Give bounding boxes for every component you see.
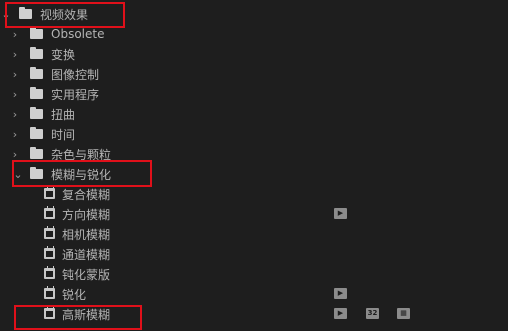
tree-item-label: 时间	[51, 127, 76, 142]
accelerated-badge-icon: ▶	[334, 208, 347, 219]
folder-icon	[30, 87, 43, 99]
effect-icon	[44, 226, 55, 239]
tree-item-directional-blur[interactable]: 方向模糊 ▶	[0, 204, 508, 224]
yuv-badge-icon: ▦	[397, 308, 410, 319]
tree-item-transform[interactable]: › 变换	[0, 44, 508, 64]
highlight-box-gaussian-blur	[14, 305, 142, 330]
folder-icon	[30, 147, 43, 159]
folder-icon	[30, 127, 43, 139]
tree-item-unsharp-mask[interactable]: 钝化蒙版	[0, 264, 508, 284]
tree-item-label: Obsolete	[51, 27, 105, 41]
effect-icon	[44, 186, 55, 199]
chevron-right-icon[interactable]: ›	[9, 124, 21, 144]
highlight-box-video-effects	[5, 2, 125, 28]
accelerated-badge-icon: ▶	[334, 288, 347, 299]
tree-item-label: 变换	[51, 47, 76, 62]
folder-icon	[30, 47, 43, 59]
tree-item-time[interactable]: › 时间	[0, 124, 508, 144]
32bit-badge-icon: 32	[366, 308, 379, 319]
tree-item-channel-blur[interactable]: 通道模糊	[0, 244, 508, 264]
tree-item-distort[interactable]: › 扭曲	[0, 104, 508, 124]
tree-item-label: 方向模糊	[62, 207, 111, 222]
tree-item-utility[interactable]: › 实用程序	[0, 84, 508, 104]
tree-item-label: 通道模糊	[62, 247, 111, 262]
tree-item-image-control[interactable]: › 图像控制	[0, 64, 508, 84]
folder-icon	[30, 67, 43, 79]
folder-icon	[30, 107, 43, 119]
chevron-right-icon[interactable]: ›	[9, 64, 21, 84]
chevron-right-icon[interactable]: ›	[9, 44, 21, 64]
tree-item-label: 钝化蒙版	[62, 267, 111, 282]
chevron-right-icon[interactable]: ›	[9, 104, 21, 124]
highlight-box-blur-sharpen	[12, 160, 152, 187]
tree-item-camera-blur[interactable]: 相机模糊	[0, 224, 508, 244]
effect-icon	[44, 246, 55, 259]
accelerated-badge-icon: ▶	[334, 308, 347, 319]
effect-icon	[44, 286, 55, 299]
tree-item-label: 相机模糊	[62, 227, 111, 242]
tree-item-label: 扭曲	[51, 107, 76, 122]
tree-item-compound-blur[interactable]: 复合模糊	[0, 184, 508, 204]
effect-icon	[44, 206, 55, 219]
tree-item-label: 图像控制	[51, 67, 100, 82]
chevron-right-icon[interactable]: ›	[9, 84, 21, 104]
tree-item-label: 实用程序	[51, 87, 100, 102]
tree-item-sharpen[interactable]: 锐化 ▶	[0, 284, 508, 304]
effect-icon	[44, 266, 55, 279]
folder-icon	[30, 27, 43, 39]
tree-item-label: 复合模糊	[62, 187, 111, 202]
tree-item-label: 锐化	[62, 287, 87, 302]
